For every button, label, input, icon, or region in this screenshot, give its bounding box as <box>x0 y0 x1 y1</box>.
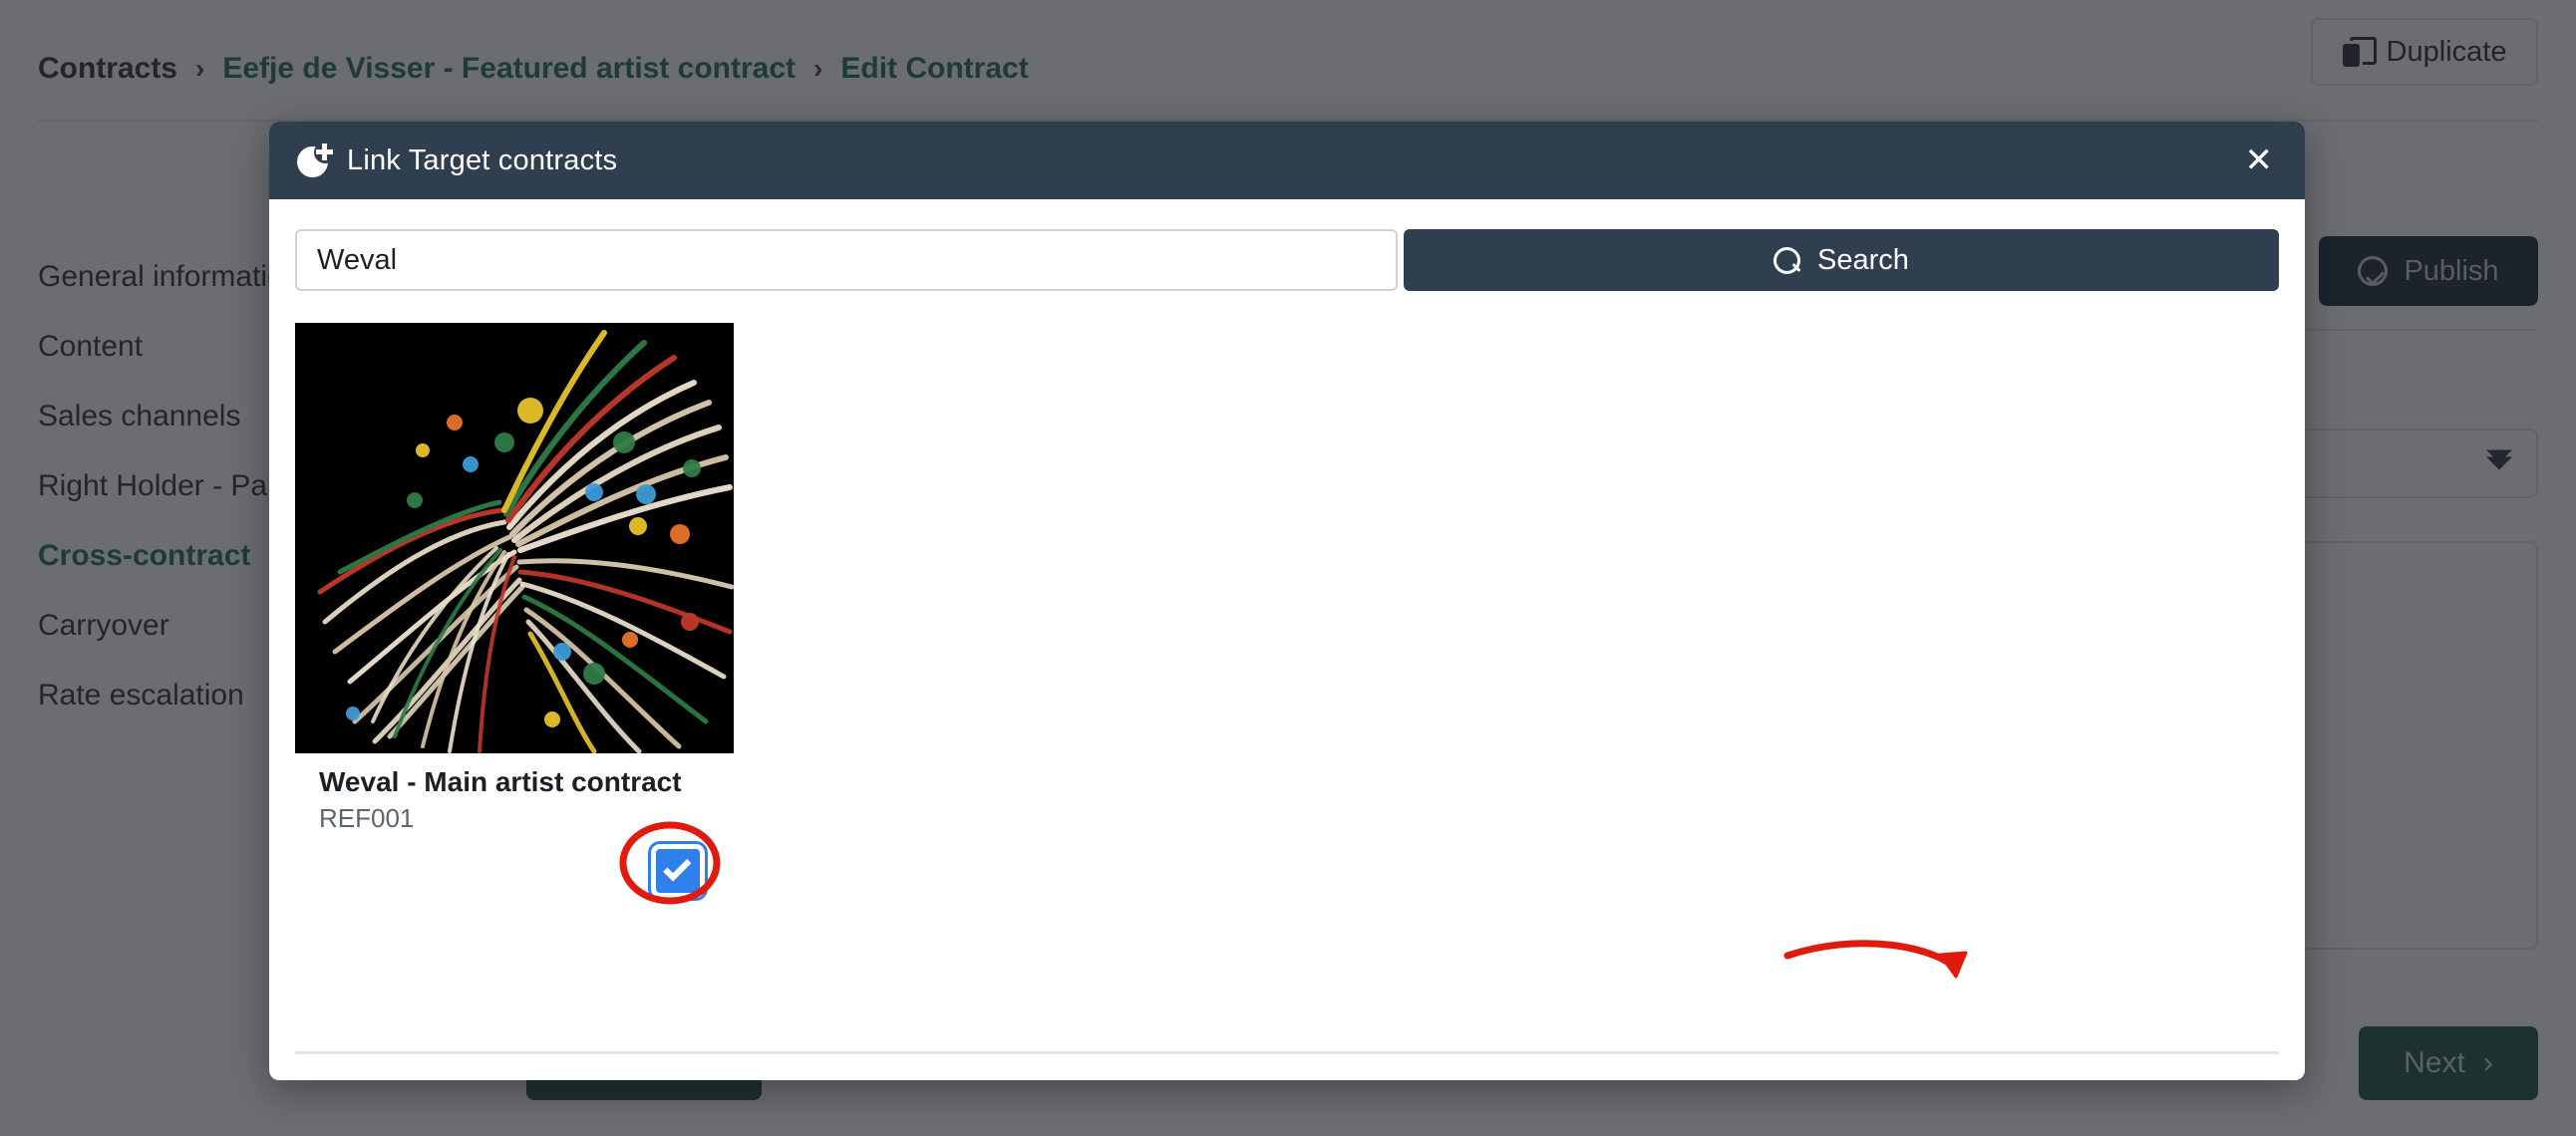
result-meta: Weval - Main artist contract REF001 <box>295 753 734 834</box>
artwork-image <box>295 323 734 753</box>
contract-thumbnail <box>295 323 734 753</box>
search-row: Search <box>295 229 2279 291</box>
modal-footer-divider <box>295 1051 2279 1054</box>
modal-header: Link Target contracts ✕ <box>269 122 2305 199</box>
link-target-contracts-modal: Link Target contracts ✕ Search <box>269 122 2305 1080</box>
search-icon <box>1773 247 1801 274</box>
search-button-label: Search <box>1817 243 1909 276</box>
search-results-list: Weval - Main artist contract REF001 <box>295 323 2279 898</box>
modal-body: Search <box>269 199 2305 1080</box>
search-button[interactable]: Search <box>1404 229 2279 291</box>
search-input[interactable] <box>295 229 1398 291</box>
modal-title: Link Target contracts <box>347 143 618 176</box>
result-card[interactable]: Weval - Main artist contract REF001 <box>295 323 734 898</box>
result-title: Weval - Main artist contract <box>319 766 682 797</box>
add-circle-icon <box>297 142 336 177</box>
checkbox-checked-icon[interactable] <box>651 844 705 898</box>
close-icon[interactable]: ✕ <box>2239 142 2280 178</box>
result-checkbox-zone <box>295 827 734 917</box>
